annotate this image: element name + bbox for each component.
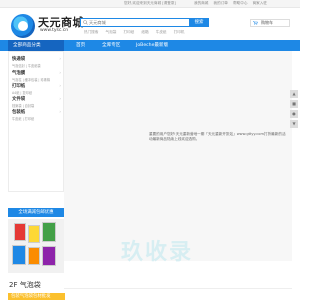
chevron-right-icon: › (59, 96, 61, 101)
all-categories-button[interactable]: 全部商品分类 (8, 40, 64, 51)
search-button[interactable]: 搜索 (189, 18, 209, 27)
nav-item-home[interactable]: 首页 (76, 40, 85, 51)
side-button[interactable]: ▼ (290, 120, 298, 128)
hot-word[interactable]: 牛皮纸 (156, 30, 167, 34)
top-links: 我的商城 我的订单 帮助中心 商家入驻 (194, 1, 271, 6)
logo-icon[interactable] (11, 14, 35, 38)
hot-word[interactable]: 气泡袋 (106, 30, 117, 34)
hero-banner[interactable] (64, 51, 292, 261)
category-title[interactable]: 打印纸 (12, 83, 25, 89)
category-title[interactable]: 气泡膜 (12, 70, 25, 76)
category-sub[interactable]: 档案袋 | 自封袋 (12, 103, 34, 108)
category-title[interactable]: 文件袋 (12, 96, 25, 102)
category-sub[interactable]: A4纸 | 复印纸 (12, 90, 32, 95)
category-title[interactable]: 包装纸 (12, 109, 25, 115)
logo-url: www.tysc.cn (40, 28, 69, 33)
search-icon (83, 20, 88, 25)
side-button[interactable]: ● (290, 110, 298, 118)
category-sub[interactable]: 气泡信封 | 牛皮纸袋 (12, 63, 41, 68)
nav-item-zone[interactable]: 全库专区 (102, 40, 120, 51)
hot-words: 热门搜索 气泡袋 打印纸 纸箱 牛皮纸 打印机 (84, 30, 190, 35)
top-link-my-orders[interactable]: 我的订单 (214, 1, 228, 5)
category-sub[interactable]: 气泡柱 | 缓冲包装 | 珍珠棉 (12, 77, 50, 82)
divider (64, 288, 292, 289)
cart-icon (253, 21, 258, 25)
side-button[interactable]: ▲ (290, 90, 298, 98)
top-bar: 您好,欢迎来到天元商城 [请登录] 我的商城 我的订单 帮助中心 商家入驻 (0, 0, 300, 8)
chevron-right-icon: › (59, 70, 61, 75)
promo-image[interactable] (8, 219, 64, 273)
hot-word[interactable]: 打印纸 (123, 30, 134, 34)
floor-banner[interactable]: 包装气泡袋包材批发 (8, 293, 65, 300)
top-link-help[interactable]: 帮助中心 (233, 1, 247, 5)
category-sub[interactable]: 牛皮纸 | 打印纸 (12, 116, 34, 121)
search-input[interactable] (80, 18, 190, 27)
category-sidebar: 快递袋 气泡信封 | 牛皮纸袋 › 气泡膜 气泡柱 | 缓冲包装 | 珍珠棉 ›… (8, 51, 64, 192)
promo-banner[interactable]: 全场满减包邮优惠 (8, 208, 64, 217)
chevron-right-icon: › (59, 109, 61, 114)
greeting-text[interactable]: 您好,欢迎来到天元商城 [请登录] (124, 1, 176, 6)
top-link-merchant[interactable]: 商家入驻 (253, 1, 267, 5)
side-button[interactable]: ■ (290, 100, 298, 108)
watermark: 玖收录 (121, 240, 194, 265)
top-link-my-mall[interactable]: 我的商城 (194, 1, 208, 5)
category-title[interactable]: 快递袋 (12, 56, 25, 62)
announcement-text: 重要的用户您好!天元重新营地一期「天元重新开张站」www.gttyy.com打折… (149, 132, 286, 141)
chevron-right-icon: › (59, 83, 61, 88)
nav-item-latest[interactable]: JoBeche最新版 (136, 40, 168, 51)
hot-word[interactable]: 打印机 (174, 30, 185, 34)
hot-word: 热门搜索 (84, 30, 99, 34)
hot-word[interactable]: 纸箱 (141, 30, 148, 34)
chevron-right-icon: › (59, 56, 61, 61)
floor-title: 2F 气泡袋 (9, 281, 41, 289)
